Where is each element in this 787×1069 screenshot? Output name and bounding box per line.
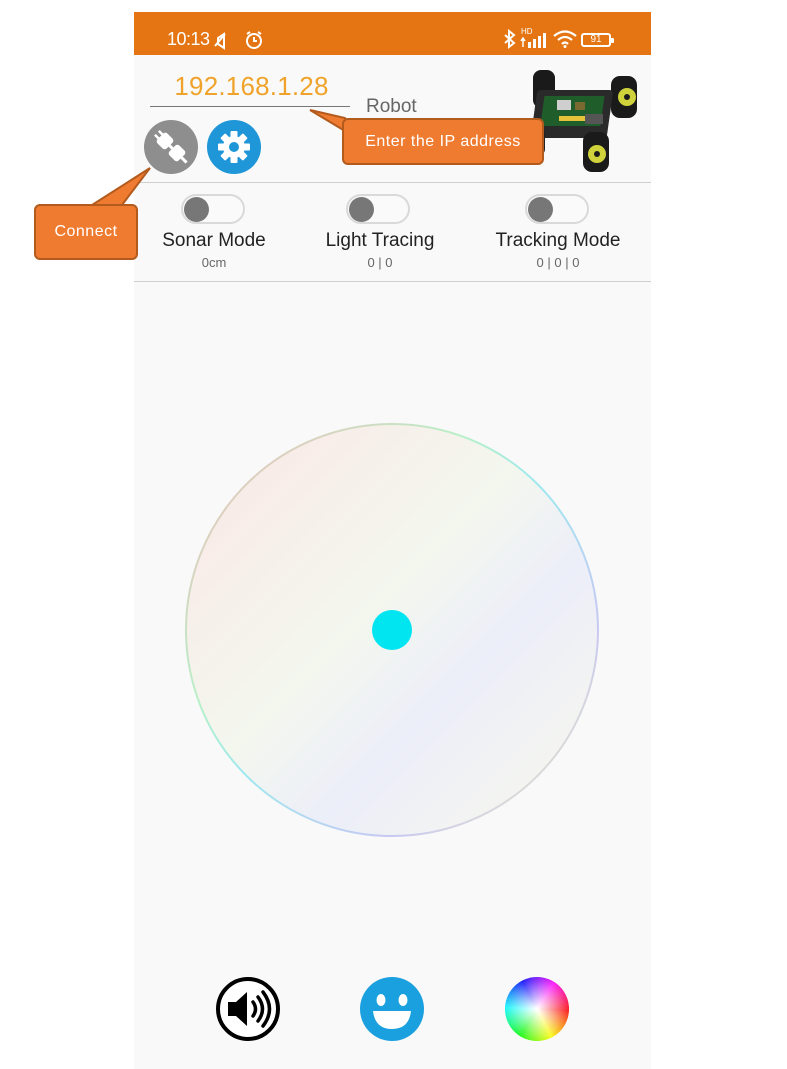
battery-level: 91 xyxy=(590,34,602,45)
tracking-mode-value: 0 | 0 | 0 xyxy=(536,255,580,270)
sonar-mode-label: Sonar Mode xyxy=(162,230,266,251)
tracking-mode-switch[interactable] xyxy=(525,194,589,224)
status-bar: 10:13 HD 91 xyxy=(134,12,651,55)
switch-knob xyxy=(184,197,209,222)
light-tracing-value: 0 | 0 xyxy=(367,255,393,270)
ip-address-input[interactable]: 192.168.1.28 xyxy=(174,71,329,102)
tracking-mode-label: Tracking Mode xyxy=(495,230,621,251)
gear-icon xyxy=(218,131,250,163)
modes-divider xyxy=(134,281,651,282)
switch-knob xyxy=(349,197,374,222)
ip-input-underline xyxy=(150,106,350,107)
bluetooth-icon xyxy=(504,29,516,49)
ip-address-callout: Enter the IP address xyxy=(342,118,544,165)
signal-icon xyxy=(520,33,546,48)
settings-button[interactable] xyxy=(207,120,261,174)
color-wheel-icon[interactable] xyxy=(505,977,569,1041)
light-tracing-label: Light Tracing xyxy=(325,230,435,251)
connect-button[interactable] xyxy=(144,120,198,174)
connect-callout: Connect xyxy=(34,204,138,260)
smiley-icon[interactable] xyxy=(360,977,424,1041)
sound-icon[interactable] xyxy=(216,977,280,1041)
robot-name-label: Robot xyxy=(366,96,417,117)
header-divider xyxy=(134,182,651,183)
status-time: 10:13 xyxy=(167,29,210,49)
joystick-pad[interactable] xyxy=(184,422,600,838)
light-tracing-switch[interactable] xyxy=(346,194,410,224)
phone-screen: 10:13 HD 91 192.168.1.28 Robot Sonar Mod… xyxy=(134,12,651,1069)
joystick-knob[interactable] xyxy=(372,610,412,650)
battery-icon: 91 xyxy=(581,33,614,47)
sonar-mode-switch[interactable] xyxy=(181,194,245,224)
sonar-mode-value: 0cm xyxy=(201,255,227,270)
plug-icon xyxy=(154,130,188,164)
switch-knob xyxy=(528,197,553,222)
wifi-icon xyxy=(553,30,577,48)
mute-alarm-icons xyxy=(214,31,262,50)
